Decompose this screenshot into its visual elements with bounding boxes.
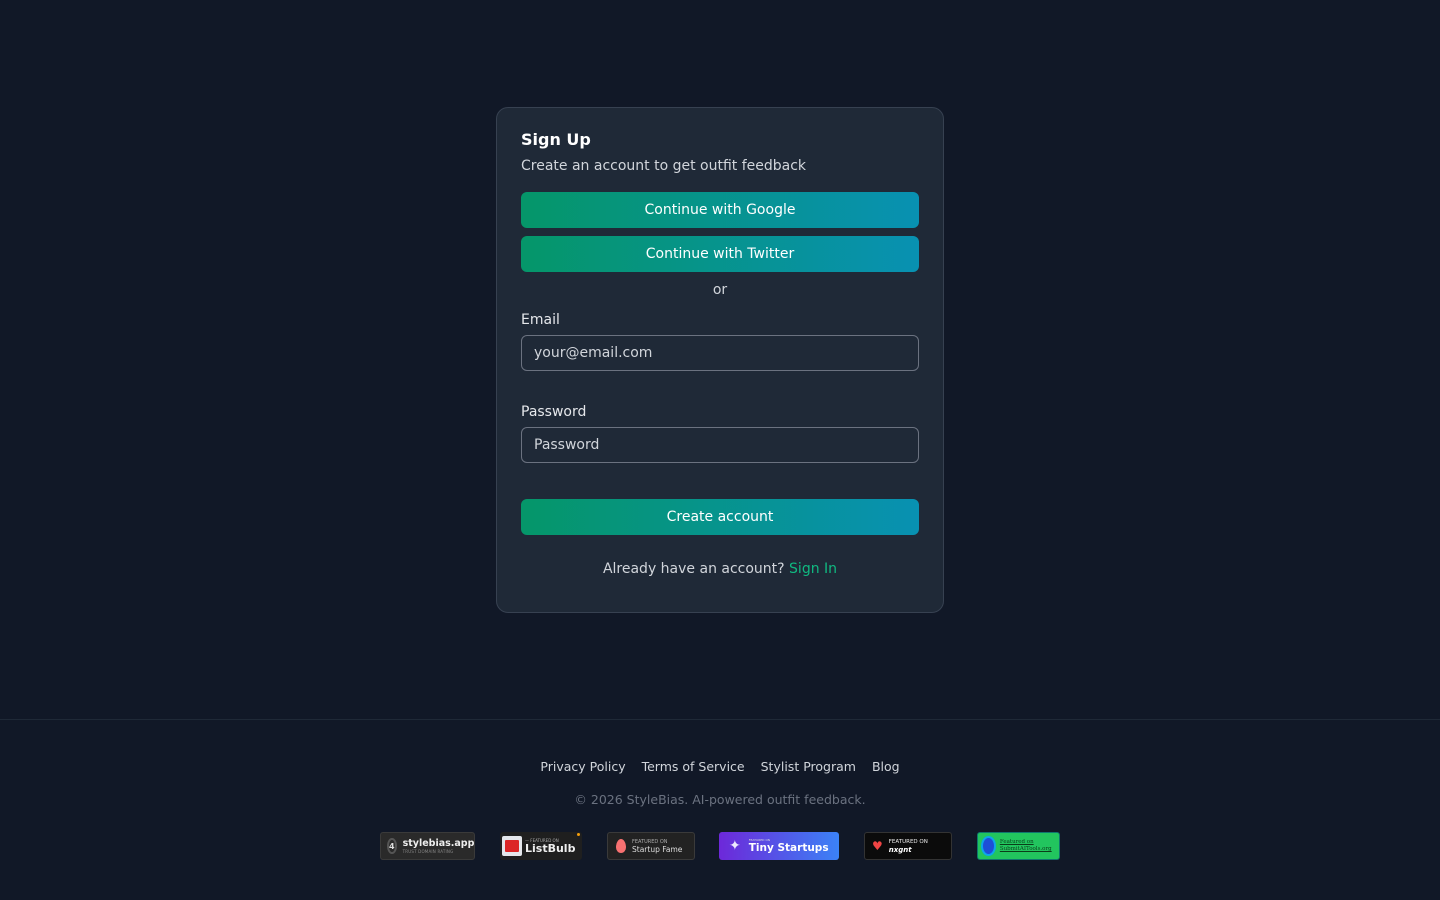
sign-in-link[interactable]: Sign In [789, 561, 837, 577]
email-label: Email [521, 312, 560, 328]
sparkle-icon: ✦ [729, 838, 741, 854]
globe-icon [981, 836, 996, 856]
privacy-policy-link[interactable]: Privacy Policy [540, 759, 625, 774]
badge-name: Featured on SubmitAITools.org [999, 839, 1052, 852]
or-divider: or [712, 282, 728, 298]
heart-icon: ♥ [872, 839, 883, 853]
badge-name: stylebias.app [402, 837, 475, 849]
startup-fame-badge[interactable]: FEATURED ON Startup Fame [607, 832, 695, 860]
tiny-startups-badge[interactable]: ✦ FEATURED ON Tiny Startups [719, 832, 839, 860]
signin-prompt: Already have an account? Sign In [521, 560, 919, 578]
badge-name: Tiny Startups [748, 841, 829, 854]
badge-name: nxgnt [888, 845, 912, 854]
badge-caption: TRUST DOMAIN RATING [402, 848, 454, 854]
badge-dot-icon [577, 833, 580, 836]
nxgntools-badge[interactable]: ♥ FEATURED ON nxgnt [864, 832, 952, 860]
page-title: Sign Up [521, 130, 591, 149]
submitaitools-badge[interactable]: Featured on SubmitAITools.org [977, 832, 1060, 860]
password-field[interactable] [521, 427, 919, 463]
badge-caption: FEATURED ON [888, 838, 928, 845]
stylist-program-link[interactable]: Stylist Program [761, 759, 856, 774]
footer-links: Privacy Policy Terms of Service Stylist … [0, 759, 1440, 774]
flame-icon [616, 839, 626, 853]
blog-link[interactable]: Blog [872, 759, 900, 774]
copyright: © 2026 StyleBias. AI-powered outfit feed… [574, 792, 866, 807]
listbulb-logo-icon [502, 836, 522, 856]
have-account-text: Already have an account? [602, 561, 785, 577]
terms-of-service-link[interactable]: Terms of Service [642, 759, 745, 774]
page-subtitle: Create an account to get outfit feedback [521, 158, 807, 174]
password-label: Password [521, 404, 587, 420]
listbulb-badge[interactable]: — FEATURED ON ListBulb [500, 832, 582, 860]
footer-divider [0, 719, 1440, 720]
stylebias-badge[interactable]: 4 stylebias.app TRUST DOMAIN RATING [380, 832, 475, 860]
signup-card: Sign Up Create an account to get outfit … [496, 107, 944, 613]
badge-name: ListBulb [525, 841, 576, 855]
continue-with-google-button[interactable]: Continue with Google [521, 192, 919, 228]
rating-circle-icon: 4 [387, 838, 397, 854]
continue-with-twitter-button[interactable]: Continue with Twitter [521, 236, 919, 272]
badge-name: Startup Fame [632, 844, 683, 854]
email-field[interactable] [521, 335, 919, 371]
create-account-button[interactable]: Create account [521, 499, 919, 535]
